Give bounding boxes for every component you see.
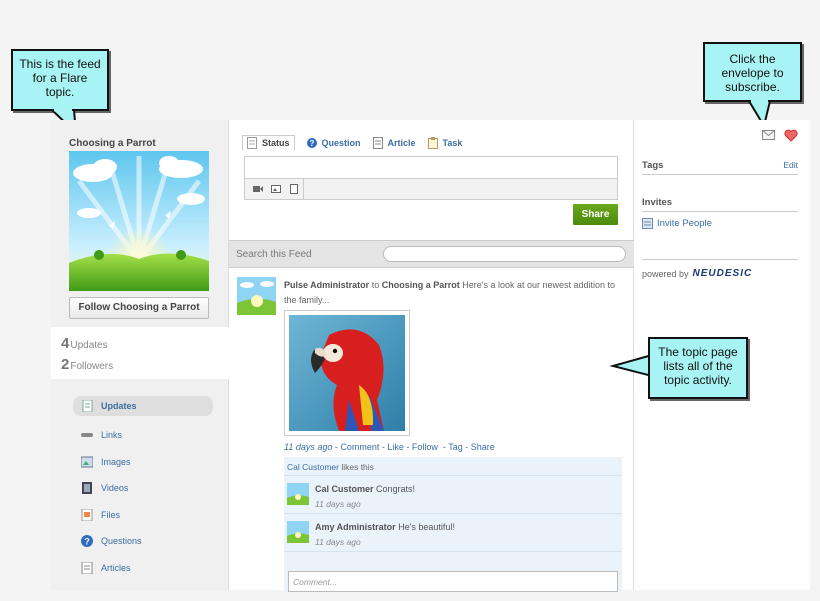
nav-item-articles[interactable]: Articles	[73, 555, 213, 582]
topic-sidebar: Choosing a Parrot Follow Choosing a Parr…	[51, 120, 229, 590]
toolbar-divider	[303, 179, 304, 199]
edit-tags-link[interactable]: Edit	[783, 160, 798, 170]
divider	[642, 259, 798, 260]
avatar[interactable]	[237, 277, 276, 315]
follow-topic-button[interactable]: Follow Choosing a Parrot	[69, 297, 209, 319]
powered-by: powered by NEUDESIC	[642, 268, 753, 279]
follow-link[interactable]: Follow	[412, 442, 438, 452]
tab-question[interactable]: ? Question	[306, 135, 361, 151]
svg-text:?: ?	[309, 139, 314, 148]
comment-link[interactable]: Comment	[340, 442, 379, 452]
post-target[interactable]: Choosing a Parrot	[382, 280, 460, 290]
images-icon	[80, 456, 94, 468]
brand-logo[interactable]: NEUDESIC	[693, 268, 753, 279]
comment-item: Amy Administrator He's beautiful! 11 day…	[284, 514, 622, 552]
comment-time: 11 days ago	[315, 499, 361, 509]
image-attach-icon[interactable]	[271, 184, 281, 194]
avatar[interactable]	[287, 521, 309, 543]
composer-tabs: Status ? Question Article Task	[242, 135, 462, 151]
invite-people-link[interactable]: Invite People	[642, 218, 712, 229]
feed-search-bar: Search this Feed	[229, 240, 634, 268]
post-meta: 11 days ago - Comment - Like - Follow - …	[284, 442, 495, 452]
post-author[interactable]: Pulse Administrator	[284, 280, 369, 290]
likes-line: Cal Customer likes this	[284, 457, 622, 476]
links-icon	[81, 429, 93, 441]
search-label: Search this Feed	[236, 249, 312, 260]
nav-item-questions[interactable]: ? Questions	[73, 528, 213, 555]
heart-icon[interactable]	[784, 129, 798, 142]
topic-stats: 4Updates 2Followers	[51, 327, 229, 379]
avatar[interactable]	[287, 483, 309, 505]
tags-section-title: Tags Edit	[642, 160, 798, 175]
svg-text:?: ?	[84, 537, 90, 547]
callout-feed: This is the feed for a Flare topic.	[11, 49, 109, 111]
updates-stat[interactable]: 4Updates	[61, 335, 108, 352]
task-icon	[427, 137, 438, 149]
nav-item-videos[interactable]: Videos	[73, 475, 213, 502]
topic-nav: Updates Links Images Videos Files ? Ques…	[73, 396, 213, 581]
article-icon	[372, 137, 383, 149]
share-link[interactable]: Share	[471, 442, 495, 452]
liker-name[interactable]: Cal Customer	[287, 462, 339, 472]
envelope-icon[interactable]	[762, 130, 775, 140]
callout-topic-page: The topic page lists all of the topic ac…	[648, 337, 748, 399]
share-button[interactable]: Share	[573, 204, 618, 225]
question-icon: ?	[306, 137, 317, 149]
files-icon	[81, 508, 93, 522]
nav-item-links[interactable]: Links	[73, 422, 213, 449]
topic-image	[69, 151, 209, 291]
nav-item-files[interactable]: Files	[73, 502, 213, 529]
tab-article[interactable]: Article	[372, 135, 416, 151]
feed-column: Status ? Question Article Task Share Sea…	[229, 120, 634, 592]
comment-author[interactable]: Amy Administrator	[315, 522, 396, 532]
comment-item: Cal Customer Congrats! 11 days ago	[284, 476, 622, 514]
post-image[interactable]	[284, 310, 410, 436]
invites-section-title: Invites	[642, 197, 798, 212]
videos-icon	[81, 482, 93, 495]
feed-post-text: Pulse Administrator to Choosing a Parrot…	[284, 280, 616, 305]
invite-icon	[642, 218, 653, 229]
followers-stat[interactable]: 2Followers	[61, 356, 113, 373]
comment-input[interactable]: Comment...	[288, 571, 618, 592]
nav-item-updates[interactable]: Updates	[73, 396, 213, 416]
articles-icon	[81, 561, 93, 575]
file-attach-icon[interactable]	[289, 184, 299, 194]
post-time[interactable]: 11 days ago	[284, 442, 332, 452]
topic-title: Choosing a Parrot	[69, 138, 156, 149]
tab-task[interactable]: Task	[427, 135, 462, 151]
questions-icon: ?	[81, 535, 93, 548]
comment-time: 11 days ago	[315, 537, 361, 547]
video-attach-icon[interactable]	[253, 184, 263, 194]
like-link[interactable]: Like	[387, 442, 404, 452]
updates-icon	[81, 399, 93, 413]
callout-envelope: Click the envelope to subscribe.	[703, 42, 802, 102]
tab-status[interactable]: Status	[242, 135, 295, 151]
status-icon	[247, 137, 257, 149]
tag-link[interactable]: Tag	[448, 442, 463, 452]
comments-panel: Cal Customer likes this Cal Customer Con…	[284, 457, 622, 592]
comment-author[interactable]: Cal Customer	[315, 484, 374, 494]
search-input[interactable]	[383, 246, 626, 262]
nav-item-images[interactable]: Images	[73, 449, 213, 476]
attachment-toolbar	[244, 178, 618, 200]
